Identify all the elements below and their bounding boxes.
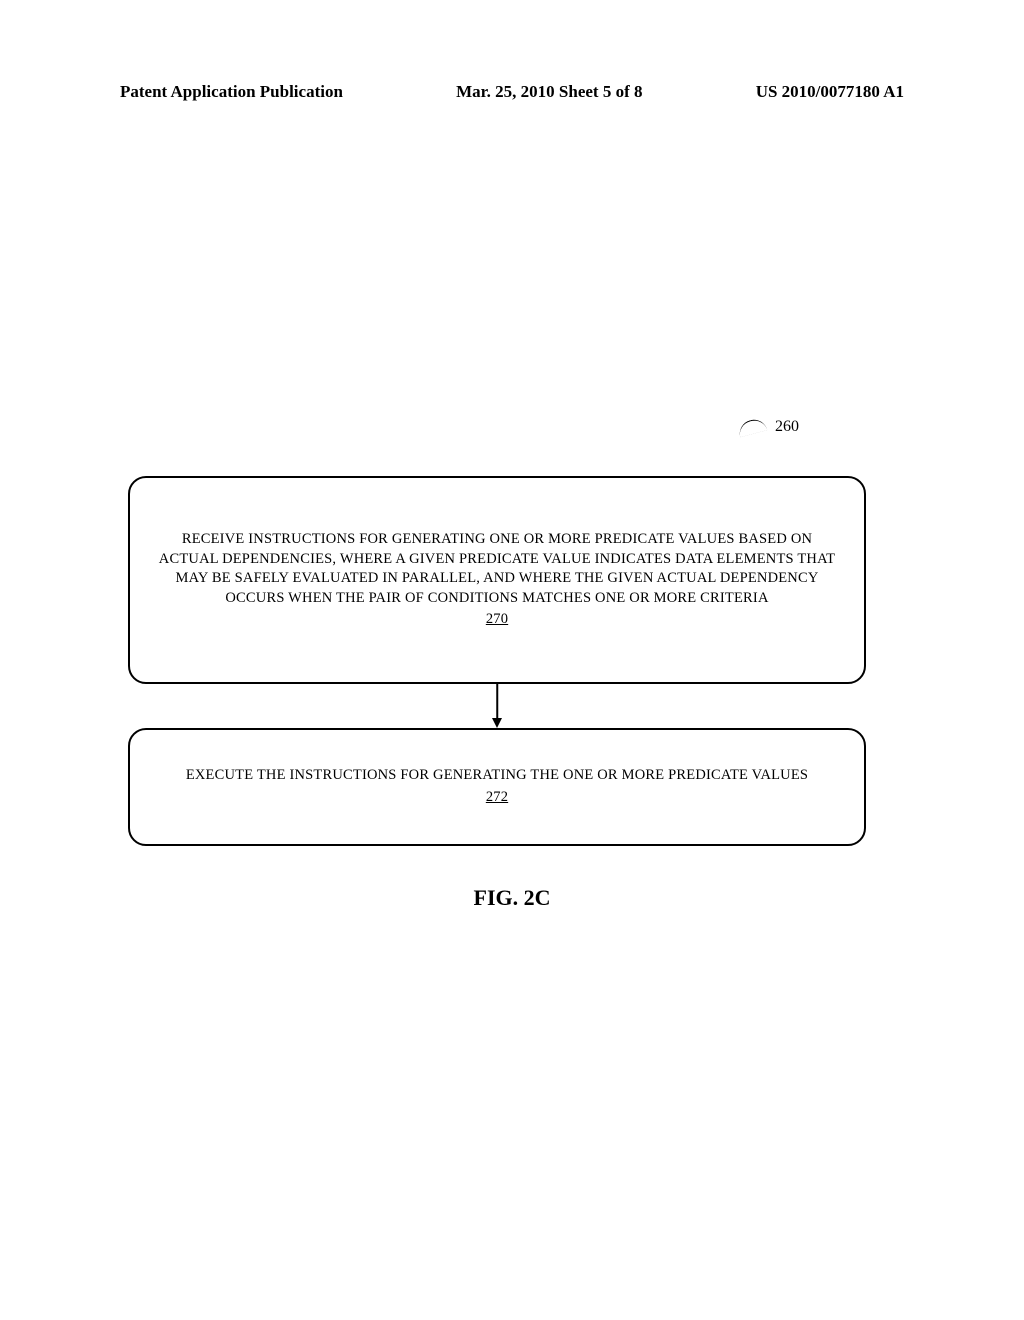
header-publication-number: US 2010/0077180 A1 <box>756 82 904 102</box>
flowchart-box-270: RECEIVE INSTRUCTIONS FOR GENERATING ONE … <box>128 476 866 684</box>
reference-number-260: 260 <box>775 418 799 436</box>
figure-label: FIG. 2C <box>0 885 1024 911</box>
header-date-sheet: Mar. 25, 2010 Sheet 5 of 8 <box>456 82 642 102</box>
arrow-down-icon <box>492 718 502 728</box>
flowchart-arrow <box>487 684 507 728</box>
box-text: EXECUTE THE INSTRUCTIONS FOR GENERATING … <box>186 766 808 786</box>
box-reference-number: 272 <box>486 788 508 808</box>
arrow-line <box>496 684 498 720</box>
header-publication-label: Patent Application Publication <box>120 82 343 102</box>
reference-arc <box>737 417 768 438</box>
flowchart: RECEIVE INSTRUCTIONS FOR GENERATING ONE … <box>128 476 866 846</box>
box-text: RECEIVE INSTRUCTIONS FOR GENERATING ONE … <box>154 530 840 608</box>
flowchart-box-272: EXECUTE THE INSTRUCTIONS FOR GENERATING … <box>128 728 866 846</box>
box-reference-number: 270 <box>486 610 508 630</box>
page-header: Patent Application Publication Mar. 25, … <box>0 82 1024 102</box>
